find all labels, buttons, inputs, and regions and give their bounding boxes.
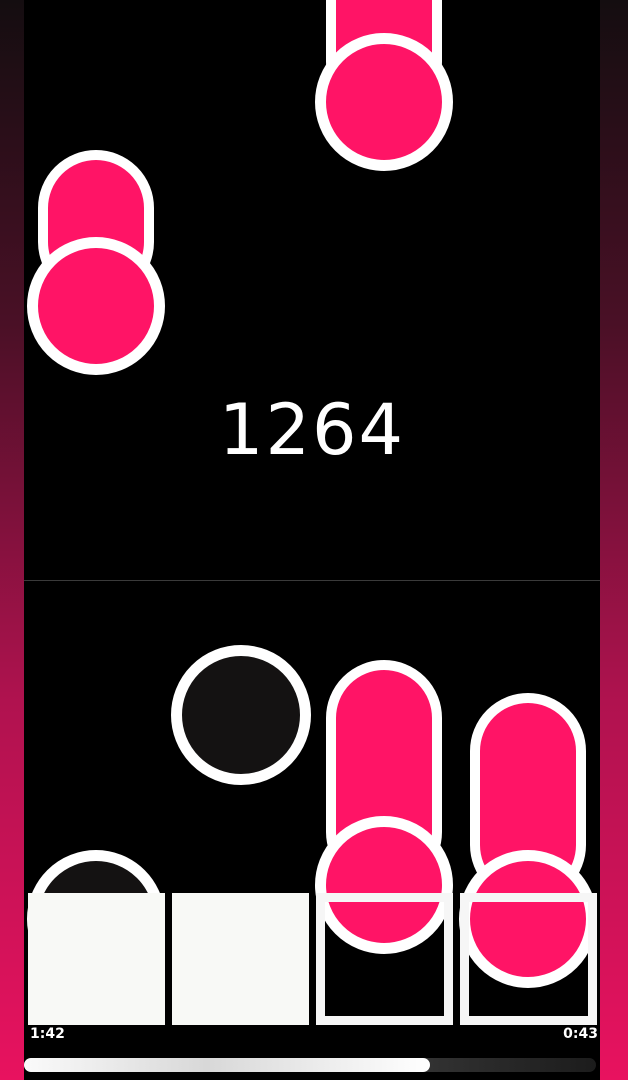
time-remaining: 0:43 xyxy=(563,1026,598,1042)
score-counter: 1264 xyxy=(218,389,406,471)
right-side-border xyxy=(600,0,628,1080)
hit-pad-lane-3[interactable] xyxy=(316,893,453,1025)
song-progress-fill xyxy=(24,1058,431,1072)
hit-pad-lane-2[interactable] xyxy=(172,893,309,1025)
empty-note-lane-2 xyxy=(171,645,311,785)
note-head-lane-1 xyxy=(27,237,165,375)
hit-zone-divider xyxy=(24,580,600,581)
left-side-border xyxy=(0,0,24,1080)
song-progress-bar[interactable] xyxy=(24,1058,596,1072)
note-head-lane-3-top xyxy=(315,33,453,171)
time-elapsed: 1:42 xyxy=(30,1026,65,1042)
hit-pad-lane-4[interactable] xyxy=(460,893,597,1025)
game-screen: 1264 1:42 0:43 xyxy=(0,0,628,1080)
hit-pad-lane-1[interactable] xyxy=(28,893,165,1025)
